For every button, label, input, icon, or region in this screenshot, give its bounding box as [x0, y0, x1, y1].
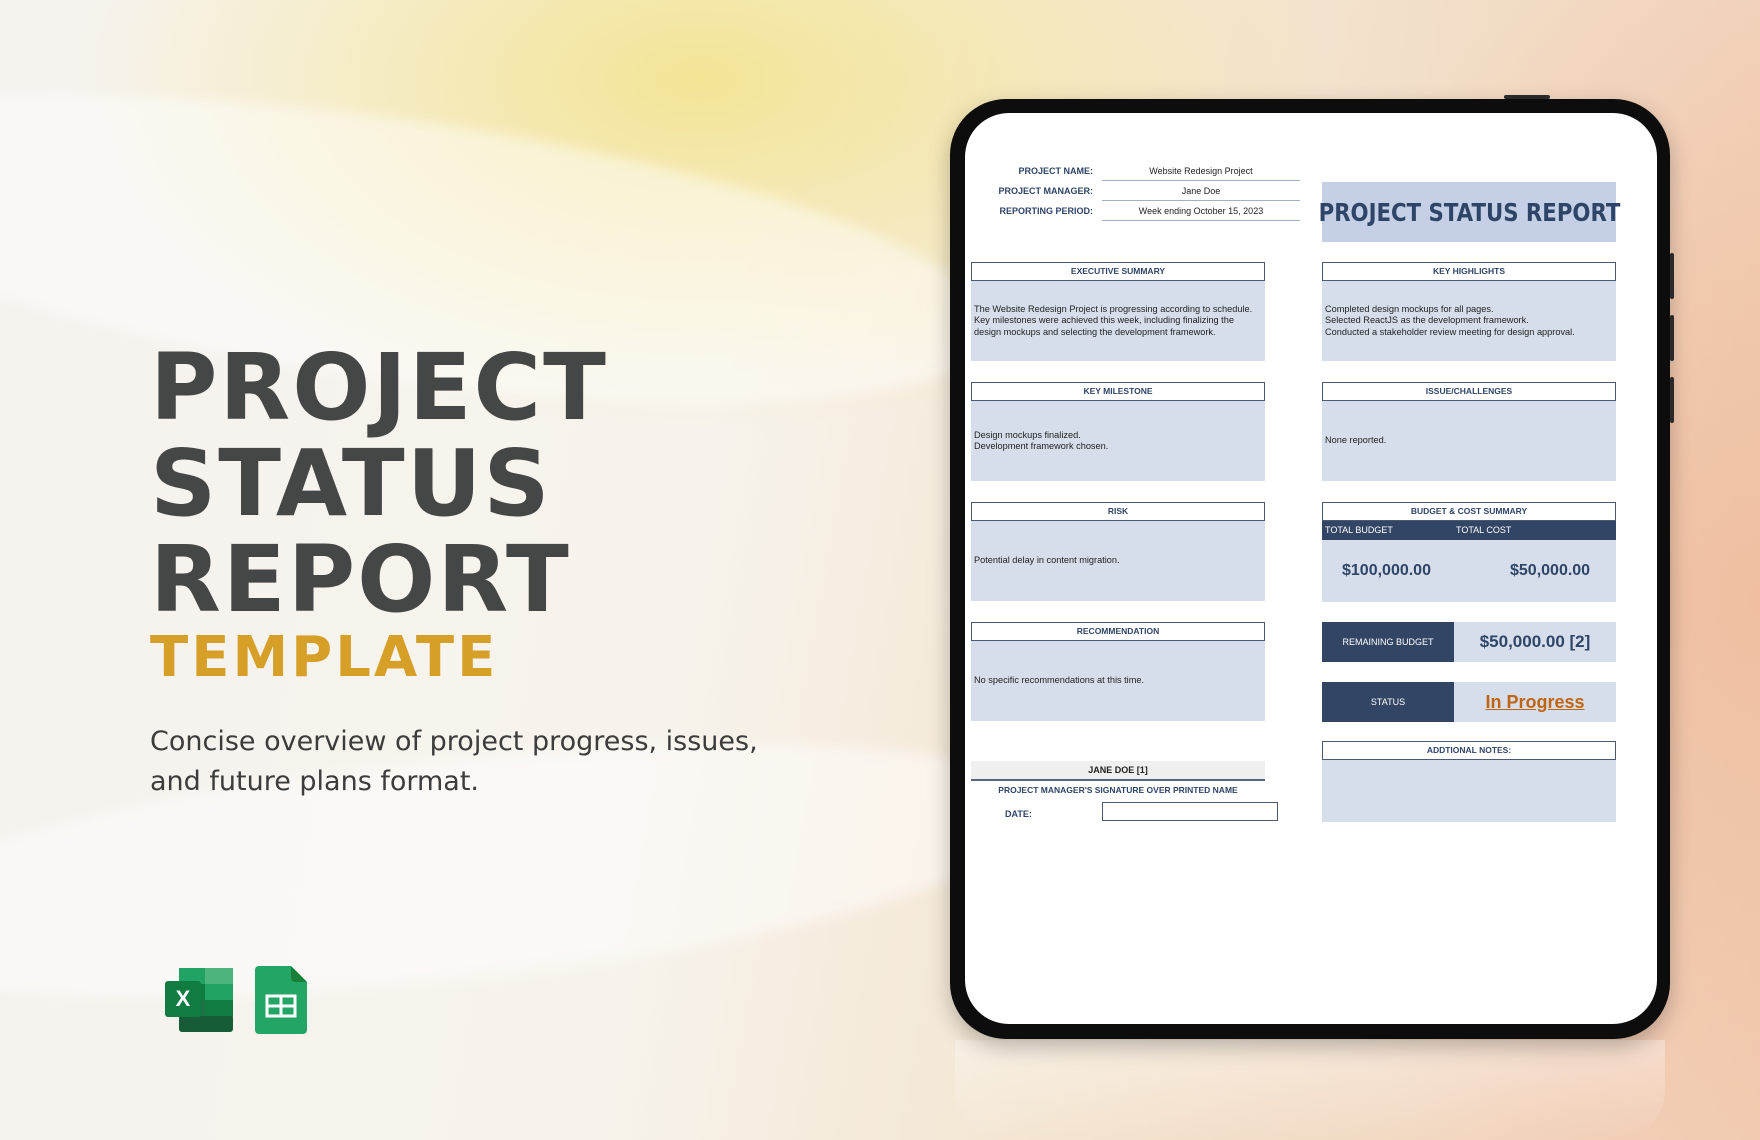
risk-section: RISK Potential delay in content migratio… — [971, 502, 1265, 601]
project-name-label: PROJECT NAME: — [1018, 166, 1093, 176]
budget-columns: TOTAL BUDGET TOTAL COST — [1322, 521, 1616, 540]
svg-text:X: X — [176, 986, 191, 1011]
project-name-row: PROJECT NAME: Website Redesign Project — [965, 161, 1305, 181]
tablet-device: PROJECT NAME: Website Redesign Project P… — [950, 95, 1674, 1039]
reporting-period-row: REPORTING PERIOD: Week ending October 15… — [965, 201, 1305, 221]
project-manager-label: PROJECT MANAGER: — [998, 186, 1093, 196]
total-cost-label: TOTAL COST — [1456, 525, 1512, 535]
section-header: KEY HIGHLIGHTS — [1322, 262, 1616, 281]
additional-notes-body[interactable] — [1322, 760, 1616, 822]
project-manager-value[interactable]: Jane Doe — [1102, 186, 1300, 201]
hero-title-line-2: STATUS — [150, 430, 552, 537]
section-header: ISSUE/CHALLENGES — [1322, 382, 1616, 401]
remaining-budget-label: REMAINING BUDGET — [1322, 622, 1454, 662]
signature-caption: PROJECT MANAGER'S SIGNATURE OVER PRINTED… — [998, 785, 1238, 795]
date-label: DATE: — [1005, 809, 1032, 819]
budget-values: $100,000.00 $50,000.00 — [1322, 540, 1616, 602]
reporting-period-value[interactable]: Week ending October 15, 2023 — [1102, 206, 1300, 221]
tablet-side-button — [1670, 377, 1674, 423]
status-label: STATUS — [1322, 682, 1454, 722]
section-header: KEY MILESTONE — [971, 382, 1265, 401]
tablet-screen: PROJECT NAME: Website Redesign Project P… — [965, 113, 1657, 1024]
total-budget-value[interactable]: $100,000.00 — [1342, 562, 1431, 580]
total-budget-label: TOTAL BUDGET — [1325, 525, 1393, 535]
project-name-value[interactable]: Website Redesign Project — [1102, 166, 1300, 181]
date-field[interactable] — [1102, 802, 1278, 821]
tablet-side-button — [1670, 253, 1674, 299]
section-body[interactable]: Completed design mockups for all pages. … — [1322, 281, 1616, 361]
google-sheets-icon — [255, 966, 325, 1034]
hero-description: Concise overview of project progress, is… — [150, 726, 758, 797]
remaining-budget-value[interactable]: $50,000.00 [2] — [1454, 622, 1616, 662]
section-header: RECOMMENDATION — [971, 622, 1265, 641]
project-manager-row: PROJECT MANAGER: Jane Doe — [965, 181, 1305, 201]
executive-summary-section: EXECUTIVE SUMMARY The Website Redesign P… — [971, 262, 1265, 361]
key-highlights-section: KEY HIGHLIGHTS Completed design mockups … — [1322, 262, 1616, 361]
remaining-budget-row: REMAINING BUDGET $50,000.00 [2] — [1322, 622, 1616, 662]
tablet-top-button — [1504, 95, 1550, 99]
key-milestone-section: KEY MILESTONE Design mockups finalized. … — [971, 382, 1265, 481]
recommendation-section: RECOMMENDATION No specific recommendatio… — [971, 622, 1265, 721]
section-body[interactable]: The Website Redesign Project is progress… — [971, 281, 1265, 361]
section-body[interactable]: Potential delay in content migration. — [971, 521, 1265, 601]
app-icons: X — [165, 966, 325, 1034]
signature-name[interactable]: JANE DOE [1] — [971, 761, 1265, 781]
excel-icon: X — [165, 966, 235, 1034]
tablet-reflection — [955, 1040, 1665, 1140]
budget-header: BUDGET & COST SUMMARY — [1322, 502, 1616, 521]
hero-subtitle: TEMPLATE — [150, 625, 499, 690]
section-body[interactable]: No specific recommendations at this time… — [971, 641, 1265, 721]
issues-challenges-section: ISSUE/CHALLENGES None reported. — [1322, 382, 1616, 481]
section-header: EXECUTIVE SUMMARY — [971, 262, 1265, 281]
hero-title-line-3: REPORT — [150, 526, 571, 633]
reporting-period-label: REPORTING PERIOD: — [999, 206, 1093, 216]
total-cost-value[interactable]: $50,000.00 — [1510, 562, 1590, 580]
budget-summary-section: BUDGET & COST SUMMARY TOTAL BUDGET TOTAL… — [1322, 502, 1616, 602]
report-title-banner: PROJECT STATUS REPORT — [1318, 182, 1620, 242]
hero-heading: PROJECT STATUS REPORT TEMPLATE — [150, 340, 608, 690]
hero-title-line-1: PROJECT — [150, 334, 608, 441]
tablet-side-button — [1670, 315, 1674, 361]
section-header: RISK — [971, 502, 1265, 521]
additional-notes-header: ADDTIONAL NOTES: — [1322, 741, 1616, 760]
section-body[interactable]: None reported. — [1322, 401, 1616, 481]
status-value[interactable]: In Progress — [1454, 682, 1616, 722]
report-title: PROJECT STATUS REPORT — [1318, 197, 1620, 227]
section-body[interactable]: Design mockups finalized. Development fr… — [971, 401, 1265, 481]
status-row: STATUS In Progress — [1322, 682, 1616, 722]
